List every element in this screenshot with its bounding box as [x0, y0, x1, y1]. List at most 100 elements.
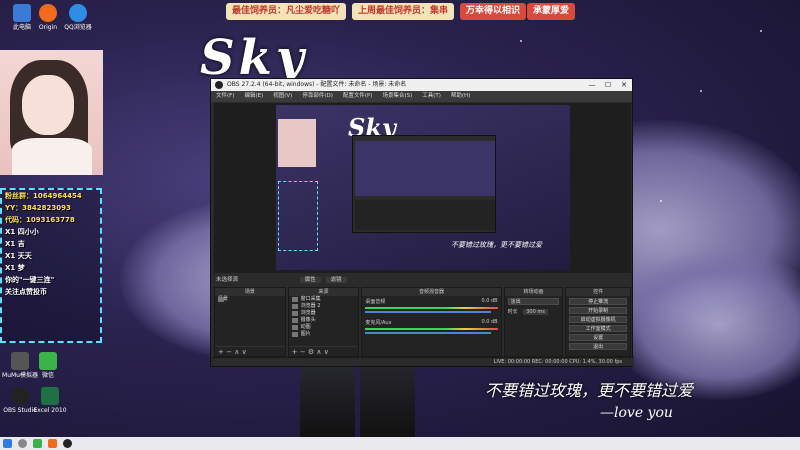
obs-menubar: 文件(F) 编辑(E) 视图(V) 停靠部件(D) 配置文件(P) 场景集合(S… — [211, 91, 632, 102]
menu-view[interactable]: 视图(V) — [268, 91, 297, 102]
chat-overlay: 粉丝群：1064964454 YY：3842823093 代码：10931637… — [0, 188, 102, 343]
desktop-icon-label: Excel 2010 — [33, 407, 67, 414]
desktop-icon[interactable]: 微信 — [28, 352, 68, 380]
add-icon[interactable]: + — [292, 348, 298, 356]
sources-dock: 来源 窗口采集 浏览器 2 浏览器 摄像头 动图 图片 + − ⚙ ∧ ∨ — [287, 287, 360, 357]
obs-window[interactable]: OBS 27.2.4 (64-bit, windows) - 配置文件: 未命名… — [210, 78, 634, 367]
minimize-icon[interactable]: — — [584, 79, 600, 91]
properties-button[interactable]: 属性 — [299, 277, 321, 283]
controls-dock-title: 控件 — [566, 288, 631, 296]
banner-last-week-keeper: 上周最佳饲养员：集串 — [352, 3, 455, 20]
source-item[interactable]: 摄像头 — [289, 317, 359, 324]
overlay-slogan: 不要错过玫瑰，更不要错过爱 — [485, 381, 694, 400]
remove-icon[interactable]: − — [300, 348, 306, 356]
exit-button[interactable]: 退出 — [569, 343, 628, 350]
obs-preview[interactable]: Sky 不要错过玫瑰，更不要错过爱 — [214, 103, 631, 273]
menu-scene-collection[interactable]: 场景集合(S) — [377, 91, 417, 102]
taskbar-app-icon[interactable] — [33, 439, 42, 448]
desktop-icon[interactable]: QQ浏览器 — [58, 4, 98, 32]
mixer-channel-desktop: 桌面音频 0.0 dB — [362, 296, 500, 317]
menu-profile[interactable]: 配置文件(P) — [338, 91, 378, 102]
remove-icon[interactable]: − — [226, 348, 232, 356]
sources-dock-title: 来源 — [288, 288, 359, 296]
transitions-dock-title: 转场动画 — [504, 288, 563, 296]
chat-line: X1 梦 — [5, 264, 25, 272]
filters-button[interactable]: 滤镜 — [325, 277, 347, 283]
mixer-channel-mic: 麦克风/Aux 0.0 dB — [362, 317, 500, 338]
scenes-dock-title: 场景 — [215, 288, 285, 296]
overlay-signature: —love you — [600, 405, 673, 421]
level-meter — [365, 307, 498, 309]
source-item[interactable]: 图片 — [289, 331, 359, 338]
no-source-label: 未选择源 — [216, 277, 239, 283]
origin-icon — [39, 4, 57, 22]
transition-select[interactable]: 淡出 — [507, 298, 560, 305]
channel-db: 0.0 dB — [481, 319, 498, 325]
obs-icon — [11, 387, 29, 405]
start-recording-button[interactable]: 开始录制 — [569, 307, 628, 314]
start-icon[interactable] — [3, 439, 12, 448]
taskbar — [0, 437, 800, 450]
studio-mode-button[interactable]: 工作室模式 — [569, 325, 628, 332]
add-icon[interactable]: + — [218, 348, 224, 356]
obs-titlebar[interactable]: OBS 27.2.4 (64-bit, windows) - 配置文件: 未命名… — [211, 79, 632, 91]
channel-name: 麦克风/Aux — [365, 320, 392, 326]
volume-slider[interactable] — [365, 311, 491, 313]
obs-statusbar: LIVE: 00:00:00 REC: 00:00:00 CPU: 1.4%, … — [211, 357, 634, 366]
source-item[interactable]: 窗口采集 — [289, 296, 359, 303]
source-item[interactable]: 浏览器 — [289, 310, 359, 317]
wechat-icon — [39, 352, 57, 370]
chevron-down-icon[interactable]: ∨ — [324, 348, 329, 356]
obs-logo-icon — [215, 81, 223, 89]
taskbar-app-icon[interactable] — [63, 439, 72, 448]
scenes-dock: 场景 场景 + − ∧ ∨ — [214, 287, 286, 357]
source-toolbar: 未选择源 属性 滤镜 — [214, 275, 631, 285]
preview-caption: 不要错过玫瑰，更不要错过爱 — [451, 241, 542, 249]
stop-streaming-button[interactable]: 停止推流 — [569, 298, 628, 305]
close-icon[interactable]: ✕ — [616, 79, 632, 91]
preview-webcam — [278, 119, 316, 167]
nested-obs-window — [352, 135, 496, 233]
channel-name: 桌面音频 — [365, 299, 386, 305]
menu-tools[interactable]: 工具(T) — [417, 91, 446, 102]
level-meter — [365, 328, 498, 330]
webcam-overlay — [0, 50, 103, 175]
desktop-icon-label: QQ浏览器 — [64, 24, 92, 31]
desktop-icon-label: 微信 — [41, 372, 54, 379]
menu-docks[interactable]: 停靠部件(D) — [297, 91, 338, 102]
desktop-icon[interactable]: Excel 2010 — [30, 387, 70, 415]
maximize-icon[interactable]: ☐ — [600, 79, 616, 91]
duration-label: 时长 — [507, 309, 518, 315]
search-icon[interactable] — [18, 439, 27, 448]
volume-slider[interactable] — [365, 332, 491, 334]
streamer-face — [22, 75, 74, 135]
menu-file[interactable]: 文件(F) — [211, 91, 239, 102]
mixer-dock: 音频混音器 桌面音频 0.0 dB 麦克风/Aux 0.0 dB — [361, 287, 502, 357]
source-item[interactable]: 浏览器 2 — [289, 303, 359, 310]
banner-thanks: 承蒙厚爱 — [527, 3, 576, 20]
gear-icon[interactable]: ⚙ — [308, 348, 314, 356]
chevron-down-icon[interactable]: ∨ — [242, 348, 247, 356]
menu-edit[interactable]: 编辑(E) — [239, 91, 268, 102]
menu-help[interactable]: 帮助(H) — [446, 91, 475, 102]
taskbar-app-icon[interactable] — [48, 439, 57, 448]
desktop-icon-label: Origin — [38, 24, 58, 31]
browser-icon — [69, 4, 87, 22]
channel-db: 0.0 dB — [481, 298, 498, 304]
nested-docks — [355, 200, 495, 230]
chevron-up-icon[interactable]: ∧ — [234, 348, 239, 356]
scenes-dock-footer: + − ∧ ∨ — [215, 346, 285, 356]
excel-icon — [41, 387, 59, 405]
settings-button[interactable]: 设置 — [569, 334, 628, 341]
mixer-dock-title: 音频混音器 — [362, 288, 501, 296]
chat-line: 你的"一键三连" — [5, 276, 55, 284]
emulator-icon — [11, 352, 29, 370]
chat-line: 关注点赞投币 — [5, 288, 47, 296]
sources-dock-footer: + − ⚙ ∧ ∨ — [288, 346, 359, 356]
duration-input[interactable]: 300 ms — [523, 309, 548, 315]
virtual-camera-button[interactable]: 启动虚拟摄像机 — [569, 316, 628, 323]
source-item[interactable]: 动图 — [289, 324, 359, 331]
scene-item[interactable]: 场景 — [215, 296, 285, 303]
nested-preview — [355, 141, 495, 196]
chevron-up-icon[interactable]: ∧ — [316, 348, 321, 356]
